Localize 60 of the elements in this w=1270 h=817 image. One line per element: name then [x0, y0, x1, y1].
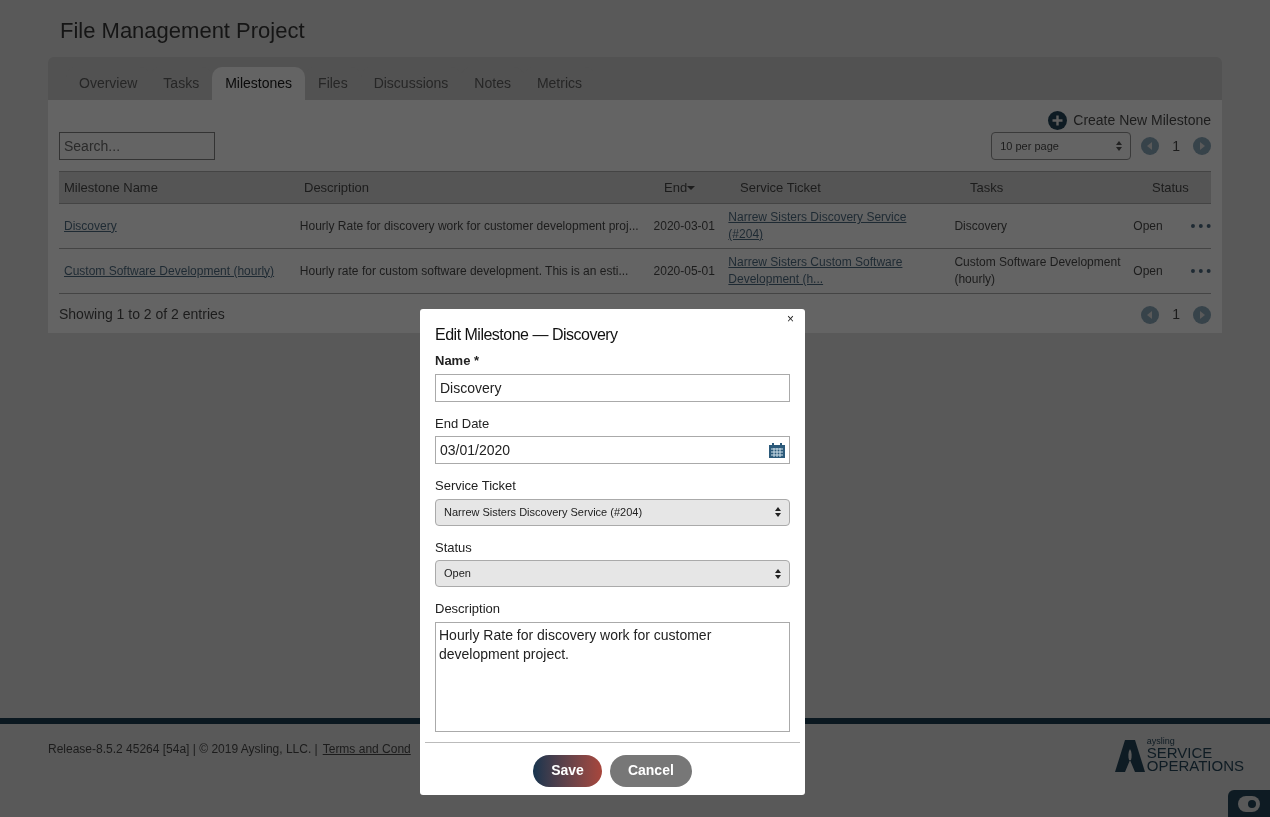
logo-text: SERVICE: [1146, 746, 1214, 759]
entries-info: Showing 1 to 2 of 2 entries: [59, 305, 225, 324]
create-milestone-button[interactable]: Create New Milestone: [1048, 110, 1211, 131]
ticket-link[interactable]: Narrew Sisters Discovery Service (#204): [728, 209, 945, 243]
name-input[interactable]: Discovery: [435, 373, 790, 402]
table-cell: Hourly rate for custom software development. This is an esti...: [299, 263, 629, 278]
page-number[interactable]: 1: [1169, 304, 1183, 325]
calendar-icon[interactable]: [769, 442, 785, 458]
save-button[interactable]: Save: [533, 754, 602, 787]
logo-text: OPERATIONS: [1146, 759, 1244, 772]
select-field[interactable]: Narrew Sisters Discovery Service (#204): [435, 498, 790, 526]
table-cell: Custom Software Development (hourly): [954, 255, 1121, 286]
page-size-select[interactable]: 10 per page: [991, 132, 1132, 160]
milestone-link[interactable]: Discovery: [64, 217, 290, 235]
table-cell: Open: [1133, 263, 1163, 278]
date-input[interactable]: 03/01/2020: [435, 436, 790, 464]
field-label: Status: [435, 538, 473, 557]
column-header[interactable]: Description: [299, 177, 659, 198]
footer-text: Release-8.5.2 45264 [54a] | © 2019 Aysling, LLC. |: [48, 741, 318, 758]
table-cell: 2020-03-01: [653, 218, 715, 233]
cancel-button[interactable]: Cancel: [609, 754, 692, 787]
previous-page-icon[interactable]: [1141, 305, 1160, 324]
table-cell: Open: [1133, 218, 1163, 233]
sort-caret-icon: [687, 185, 696, 190]
column-header[interactable]: Milestone Name: [59, 177, 299, 198]
close-button[interactable]: ×: [787, 313, 794, 323]
previous-page-icon[interactable]: [1141, 137, 1160, 155]
milestone-link[interactable]: Custom Software Development (hourly): [64, 262, 290, 280]
more-options-icon[interactable]: [1191, 269, 1211, 273]
plus-icon: [1048, 111, 1068, 130]
table-cell: 2020-05-01: [653, 263, 715, 278]
table-cell: Discovery: [954, 218, 1008, 233]
next-page-icon[interactable]: [1193, 305, 1211, 324]
toggle-icon: [1238, 795, 1260, 812]
dialog-title: Edit Milestone — Discovery: [435, 325, 619, 345]
column-header[interactable]: Status: [1147, 177, 1209, 198]
field-label: Name *: [435, 352, 481, 370]
more-options-icon[interactable]: [1191, 224, 1211, 228]
table-cell: Hourly Rate for discovery work for customer development proj...: [299, 218, 639, 233]
ticket-link[interactable]: Narrew Sisters Custom Software Development (h...: [728, 254, 945, 288]
next-page-icon[interactable]: [1193, 137, 1211, 155]
field-label: End Date: [435, 414, 491, 433]
tab[interactable]: Milestones: [212, 67, 306, 100]
select-arrows-icon: [775, 568, 781, 579]
description-textarea[interactable]: Hourly Rate for discovery work for customer development project.: [435, 621, 790, 732]
logo-small-text: aysling: [1146, 737, 1176, 746]
terms-link[interactable]: Terms and Cond: [322, 740, 411, 817]
rocket-logo-icon: [1114, 740, 1145, 772]
column-header[interactable]: Service Ticket: [735, 177, 965, 198]
select-arrows-icon: [775, 507, 781, 517]
page-title: File Management Project: [60, 17, 306, 45]
column-header[interactable]: End: [659, 177, 735, 198]
select-arrows-icon: [1116, 141, 1123, 151]
page-number[interactable]: 1: [1169, 135, 1183, 157]
column-header[interactable]: Tasks: [965, 177, 1147, 198]
field-label: Service Ticket: [435, 477, 517, 495]
select-field[interactable]: Open: [435, 560, 790, 587]
search-field[interactable]: Search...: [59, 132, 215, 160]
toggle-widget[interactable]: [1228, 790, 1270, 817]
field-label: Description: [435, 600, 502, 618]
